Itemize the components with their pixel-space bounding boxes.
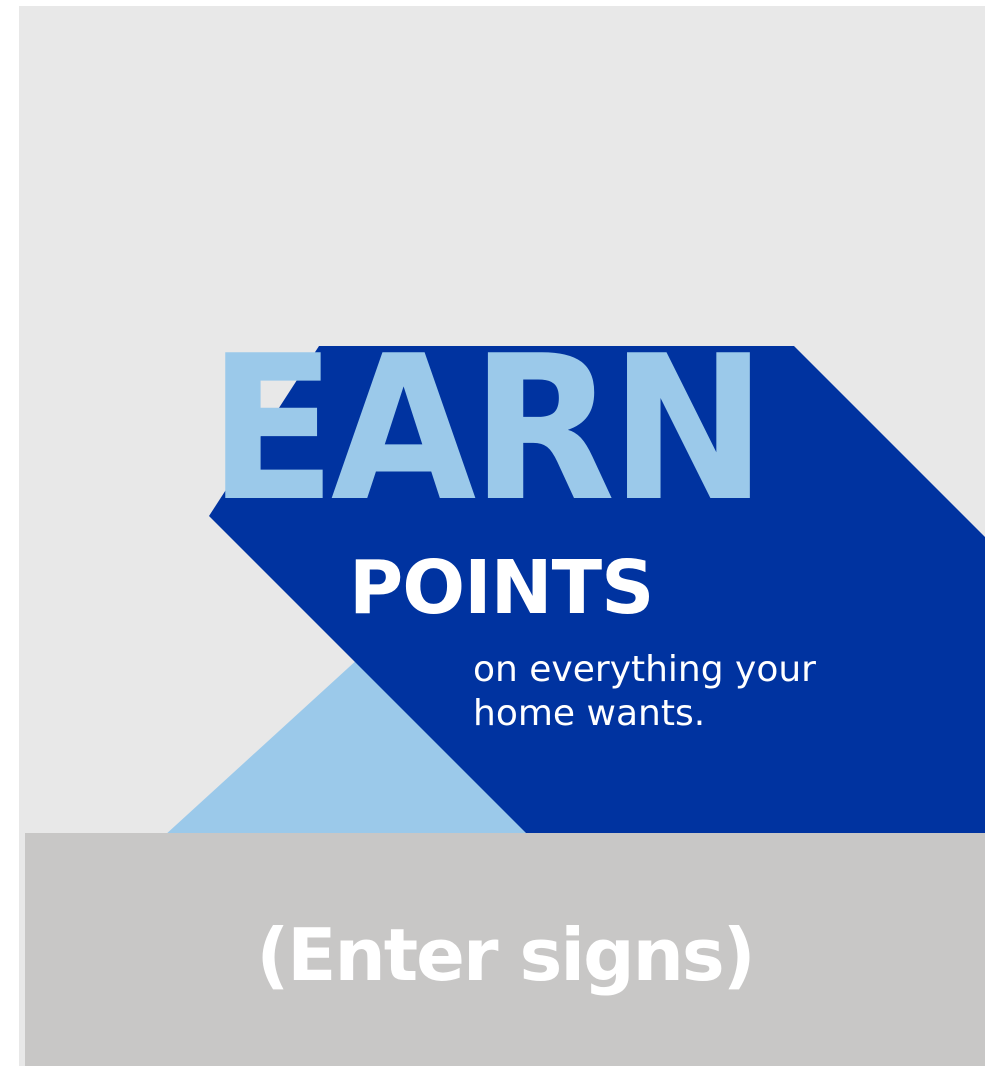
tagline-line-2: home wants. [473, 693, 706, 734]
cta-band[interactable]: (Enter signs) [25, 833, 985, 1066]
earn-headline: EARN [208, 313, 767, 546]
points-subhead: POINTS [349, 545, 654, 631]
tagline-line-1: on everything your [473, 649, 816, 690]
promo-banner[interactable]: EARN POINTS on everything your home want… [19, 6, 985, 1066]
tagline: on everything your home wants. [473, 648, 913, 736]
enter-signs-button[interactable]: (Enter signs) [256, 913, 755, 997]
